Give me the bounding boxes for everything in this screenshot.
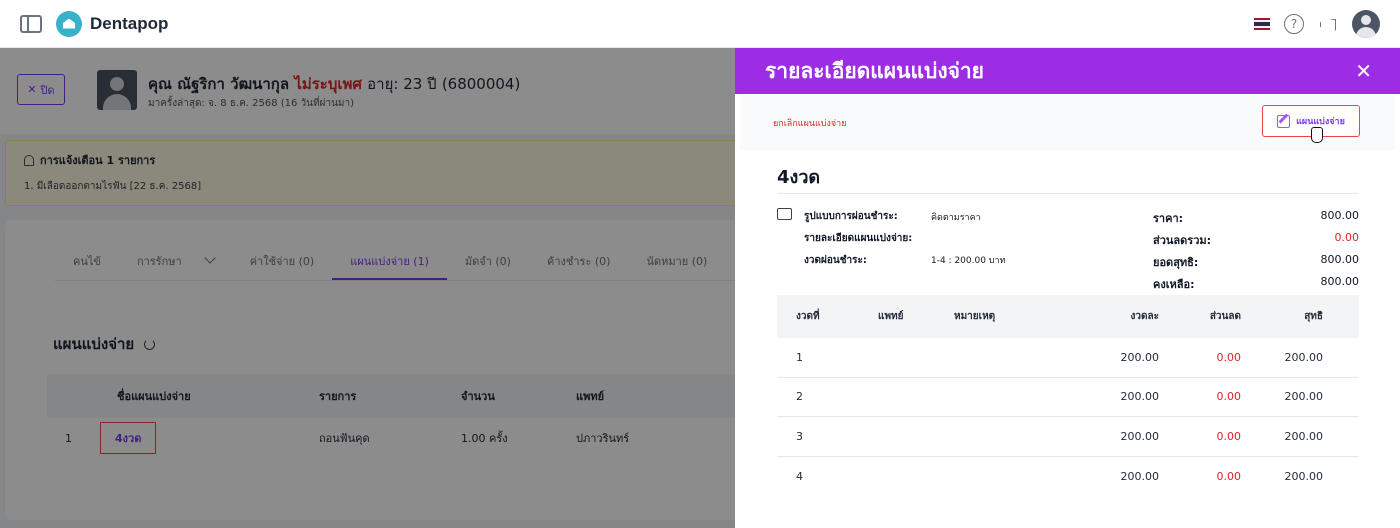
price-label: ราคา: [1153, 212, 1184, 225]
table-row: 2 200.00 0.00 200.00 [777, 378, 1359, 417]
row-no: 1 [796, 350, 803, 364]
user-avatar[interactable] [1352, 9, 1380, 38]
price-value: 800.00 [1320, 209, 1360, 222]
col-note: หมายเหตุ [954, 311, 996, 322]
hand-cursor-icon [1311, 127, 1323, 143]
discount-value: 0.00 [1334, 231, 1360, 244]
logo-icon [56, 10, 82, 37]
close-icon[interactable]: ✕ [1355, 61, 1372, 81]
thai-flag-icon[interactable] [1254, 17, 1270, 30]
col-installment-no: งวดที่ [796, 311, 820, 322]
row-discount: 0.00 [1216, 469, 1242, 483]
row-amount: 200.00 [1120, 469, 1160, 483]
top-bar: Dentapop ? [0, 0, 1400, 48]
row-no: 2 [796, 390, 803, 404]
row-amount: 200.00 [1120, 429, 1160, 443]
remaining-label: คงเหลือ: [1153, 278, 1195, 291]
net-label: ยอดสุทธิ: [1153, 256, 1199, 269]
col-discount: ส่วนลด [1209, 311, 1241, 322]
payment-type-label: รูปแบบการผ่อนชำระ: [804, 211, 898, 222]
plan-detail-drawer: รายละเอียดแผนแบ่งจ่าย ✕ ยกเลิกแผนแบ่งจ่า… [735, 48, 1400, 528]
megaphone-icon[interactable] [1318, 15, 1338, 33]
col-net: สุทธิ [1304, 311, 1323, 322]
cancel-plan-link[interactable]: ยกเลิกแผนแบ่งจ่าย [773, 116, 847, 130]
row-amount: 200.00 [1120, 350, 1160, 364]
row-net: 200.00 [1284, 350, 1324, 364]
row-amount: 200.00 [1120, 390, 1160, 404]
divider [777, 193, 1359, 194]
net-value: 800.00 [1320, 253, 1360, 266]
installment-table: งวดที่ แพทย์ หมายเหตุ งวดละ ส่วนลด สุทธิ… [777, 295, 1359, 496]
installments-label: งวดผ่อนชำระ: [804, 255, 867, 266]
row-net: 200.00 [1284, 469, 1324, 483]
table-row: 4 200.00 0.00 200.00 [777, 457, 1359, 497]
table-row: 1 200.00 0.00 200.00 [777, 338, 1359, 378]
help-icon[interactable]: ? [1284, 13, 1304, 34]
modal-overlay[interactable] [0, 48, 735, 528]
row-no: 3 [796, 429, 803, 443]
row-discount: 0.00 [1216, 390, 1242, 404]
drawer-header: รายละเอียดแผนแบ่งจ่าย ✕ [735, 48, 1400, 94]
installment-table-header: งวดที่ แพทย์ หมายเหตุ งวดละ ส่วนลด สุทธิ [777, 295, 1359, 338]
col-doctor: แพทย์ [878, 311, 904, 322]
row-discount: 0.00 [1216, 429, 1242, 443]
brand-name: Dentapop [90, 13, 169, 33]
row-discount: 0.00 [1216, 350, 1242, 364]
row-net: 200.00 [1284, 429, 1324, 443]
row-no: 4 [796, 469, 803, 483]
col-amount: งวดละ [1130, 311, 1160, 322]
plan-name: 4งวด [777, 167, 821, 188]
discount-label: ส่วนลดรวม: [1153, 234, 1212, 247]
edit-icon [1277, 114, 1291, 128]
wallet-icon [777, 208, 792, 220]
payment-type-value: คิดตามราคา [931, 213, 981, 223]
table-row: 3 200.00 0.00 200.00 [777, 417, 1359, 457]
sidebar-toggle-icon[interactable] [20, 14, 42, 33]
row-net: 200.00 [1284, 390, 1324, 404]
remaining-value: 800.00 [1320, 275, 1360, 288]
installments-value: 1-4 : 200.00 บาท [931, 256, 1006, 266]
drawer-title: รายละเอียดแผนแบ่งจ่าย [765, 58, 984, 83]
drawer-actions: ยกเลิกแผนแบ่งจ่าย แผนแบ่งจ่าย [740, 94, 1395, 150]
edit-plan-label: แผนแบ่งจ่าย [1296, 117, 1345, 127]
plan-detail-label: รายละเอียดแผนแบ่งจ่าย: [804, 233, 913, 244]
